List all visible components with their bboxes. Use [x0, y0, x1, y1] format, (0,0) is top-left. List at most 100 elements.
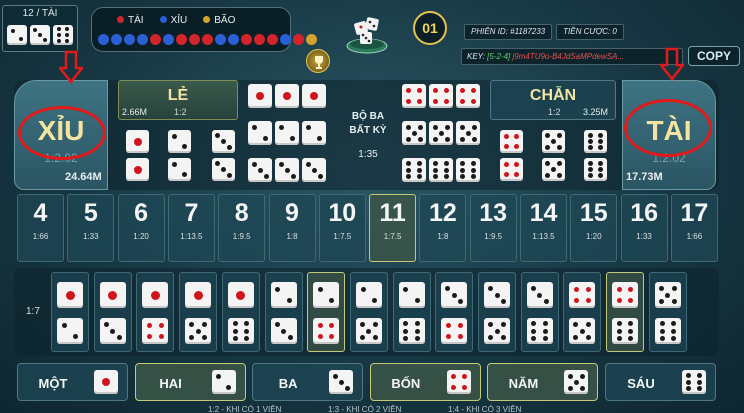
history-bead	[241, 34, 252, 45]
total-odds: 1:8	[286, 232, 298, 241]
bet-amount: TIỀN CƯỢC: 0	[556, 24, 624, 40]
total-17-bet[interactable]: 17 1:66	[670, 194, 718, 262]
total-number: 5	[83, 199, 98, 227]
single-1-bet[interactable]: MỘT	[17, 363, 128, 401]
dice-bowl-icon	[346, 17, 388, 54]
die-face-3-icon	[302, 158, 326, 182]
any-triple-bet-area[interactable]: BỘ BA BẤT KỲ 1:35	[344, 80, 392, 190]
total-odds: 1:7.5	[383, 232, 402, 241]
die-face-2-icon	[248, 121, 272, 145]
history-legend: TÀI XỈU BÃO	[117, 15, 235, 26]
history-bead	[254, 34, 265, 45]
die-face-2-icon	[398, 282, 425, 308]
die-face-3-icon	[30, 25, 50, 45]
trophy-icon[interactable]	[306, 49, 330, 73]
session-info: PHIÊN ID: #1187233 TIỀN CƯỢC: 0	[464, 24, 624, 40]
legend-item: TÀI	[117, 15, 144, 26]
total-8-bet[interactable]: 8 1:9.5	[218, 194, 266, 262]
total-odds: 1:66	[686, 232, 703, 241]
die-face-6-icon	[584, 158, 607, 181]
die-face-6-icon	[526, 318, 553, 344]
history-bead	[189, 34, 200, 45]
single-2-bet[interactable]: HAI	[134, 363, 246, 401]
die-face-4-icon	[446, 370, 471, 394]
le-bet-area[interactable]: LẺ 2.66M 1:2	[118, 80, 238, 120]
die-face-5-icon	[355, 318, 382, 344]
die-face-5-icon	[654, 282, 681, 308]
total-7-bet[interactable]: 7 1:13.5	[167, 194, 215, 262]
total-5-bet[interactable]: 5 1:33	[67, 194, 115, 262]
legend-dot-icon	[117, 16, 124, 23]
total-10-bet[interactable]: 10 1:7.5	[318, 194, 366, 262]
total-11-bet[interactable]: 11 1:7.5	[369, 194, 417, 262]
die-face-5-icon	[484, 318, 510, 344]
le-title: LẺ	[167, 87, 189, 104]
single-label: NĂM	[508, 376, 539, 391]
die-face-5-icon	[456, 121, 480, 145]
die-face-6-icon	[682, 370, 706, 394]
total-14-bet[interactable]: 14 1:13.5	[520, 194, 567, 262]
total-number: 10	[328, 199, 357, 227]
xiu-arrow-icon	[59, 50, 83, 84]
die-face-4-icon	[142, 318, 169, 344]
total-6-bet[interactable]: 6 1:20	[117, 194, 165, 262]
die-face-6-icon	[53, 25, 73, 45]
single-4-bet[interactable]: BỐN	[369, 363, 481, 401]
die-face-4-icon	[500, 158, 523, 181]
die-face-6-icon	[429, 158, 453, 182]
die-face-4-icon	[402, 84, 426, 108]
die-face-4-icon	[429, 84, 453, 108]
die-face-3-icon	[248, 158, 272, 182]
total-odds: 1:9.5	[232, 232, 251, 241]
die-face-4-icon	[569, 282, 596, 308]
die-face-1-icon	[248, 84, 272, 108]
die-face-1-icon	[126, 158, 149, 181]
total-16-bet[interactable]: 16 1:33	[620, 194, 668, 262]
die-face-2-icon	[355, 282, 382, 308]
total-odds: 1:13.5	[532, 232, 555, 241]
total-9-bet[interactable]: 9 1:8	[268, 194, 316, 262]
chan-ratio: 1:2	[548, 107, 561, 117]
total-number: 4	[33, 199, 48, 227]
round-number-button[interactable]: 01	[413, 11, 447, 45]
single-5-bet[interactable]: NĂM	[487, 363, 599, 401]
die-face-3-icon	[526, 282, 553, 308]
die-face-1-icon	[142, 282, 169, 308]
die-face-5-icon	[542, 130, 565, 153]
total-13-bet[interactable]: 13 1:9.5	[469, 194, 517, 262]
history-bead	[306, 34, 317, 45]
single-label: SÁU	[627, 376, 655, 391]
single-3-bet[interactable]: BA	[252, 363, 364, 401]
copy-button[interactable]: COPY	[688, 46, 740, 66]
any-triple-line1: BỘ BA	[351, 111, 385, 122]
combo-ratio: 1:7	[26, 306, 40, 317]
single-6-bet[interactable]: SÁU	[605, 363, 716, 401]
die-face-2-icon	[270, 282, 297, 308]
die-face-2-icon	[275, 121, 299, 145]
chan-bet-area[interactable]: CHẴN 1:2 3.25M	[490, 80, 616, 120]
die-face-1-icon	[275, 84, 299, 108]
history-bead	[215, 34, 226, 45]
total-odds: 1:9.5	[484, 232, 503, 241]
die-face-3-icon	[275, 158, 299, 182]
die-face-4-icon	[612, 282, 639, 308]
die-face-1-icon	[126, 130, 149, 153]
tai-highlight-ellipse	[624, 99, 712, 157]
die-face-1-icon	[302, 84, 326, 108]
total-number: 14	[529, 199, 558, 227]
history-bead	[202, 34, 213, 45]
die-face-4-icon	[313, 318, 340, 344]
total-12-bet[interactable]: 12 1:8	[419, 194, 467, 262]
total-4-bet[interactable]: 4 1:66	[17, 194, 64, 262]
history-bead	[124, 34, 135, 45]
history-bead	[176, 34, 187, 45]
key-hash: j9m4TU9o-B4JdSaMPdewSA...	[512, 52, 625, 61]
last-roll-dice	[7, 25, 73, 45]
history-bead	[280, 34, 291, 45]
total-15-bet[interactable]: 15 1:20	[570, 194, 618, 262]
result-history[interactable]: TÀI XỈU BÃO	[91, 7, 317, 52]
die-face-4-icon	[500, 130, 523, 153]
total-odds: 1:13.5	[180, 232, 203, 241]
key-label: KEY:	[467, 52, 488, 61]
die-face-3-icon	[212, 130, 235, 153]
